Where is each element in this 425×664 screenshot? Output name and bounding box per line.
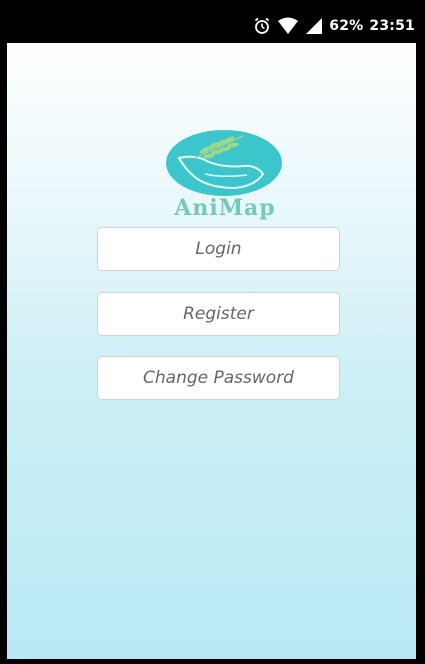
wifi-icon bbox=[277, 17, 299, 35]
logo-text: AniMap bbox=[174, 195, 276, 221]
login-screen: AniMap Login Register Change Password bbox=[7, 43, 416, 659]
logo-emblem bbox=[166, 130, 282, 196]
battery-percentage: 62% bbox=[329, 18, 364, 34]
change-password-button[interactable]: Change Password bbox=[97, 356, 340, 400]
register-button[interactable]: Register bbox=[97, 292, 340, 336]
device-frame: 62% 23:51 AniMap Login Register Change P… bbox=[0, 0, 425, 664]
status-bar: 62% 23:51 bbox=[7, 9, 423, 43]
alarm-icon bbox=[253, 17, 271, 35]
animap-logo: AniMap bbox=[162, 99, 288, 229]
clock-time: 23:51 bbox=[369, 18, 415, 34]
signal-icon bbox=[305, 17, 323, 35]
login-button[interactable]: Login bbox=[97, 227, 340, 271]
